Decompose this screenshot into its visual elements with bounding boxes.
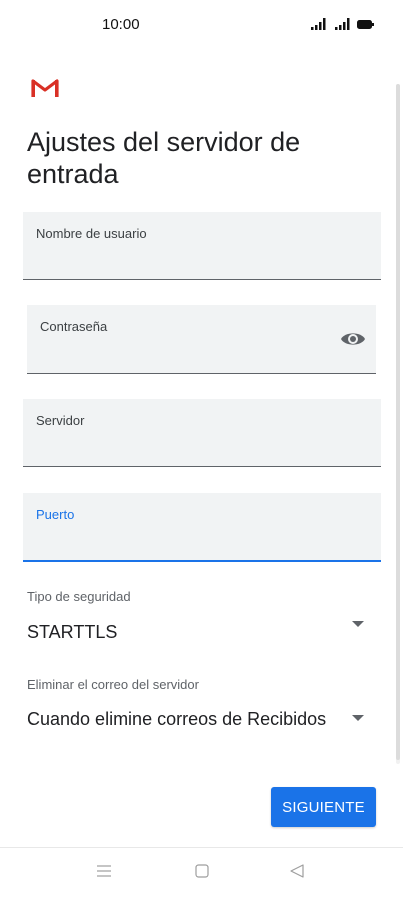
- scrollbar-thumb[interactable]: [396, 84, 400, 760]
- server-label: Servidor: [36, 413, 85, 428]
- delete-mail-label: Eliminar el correo del servidor: [27, 677, 199, 692]
- server-field[interactable]: Servidor: [23, 399, 381, 467]
- system-nav-bar: [0, 847, 403, 897]
- home-icon[interactable]: [195, 864, 209, 878]
- status-time: 10:00: [102, 16, 140, 33]
- security-type-select[interactable]: STARTTLS: [23, 610, 381, 650]
- signal-icon: [335, 18, 350, 30]
- username-field[interactable]: Nombre de usuario: [23, 212, 381, 280]
- eye-icon[interactable]: [340, 329, 366, 349]
- next-button[interactable]: SIGUIENTE: [271, 787, 376, 827]
- battery-icon: [357, 20, 374, 29]
- signal-icon: [311, 18, 326, 30]
- delete-mail-select[interactable]: Cuando elimine correos de Recibidos: [23, 698, 381, 738]
- security-type-value: STARTTLS: [27, 622, 118, 642]
- chevron-down-icon: [352, 715, 364, 721]
- port-field[interactable]: Puerto: [23, 493, 381, 562]
- gmail-logo: [31, 79, 59, 97]
- chevron-down-icon: [352, 621, 364, 627]
- password-label: Contraseña: [40, 319, 108, 334]
- delete-mail-value: Cuando elimine correos de Recibidos: [27, 709, 327, 729]
- back-icon[interactable]: [290, 864, 304, 878]
- username-label: Nombre de usuario: [36, 226, 147, 241]
- page-title: Ajustes del servidor de entrada: [27, 127, 301, 189]
- menu-icon[interactable]: [97, 864, 111, 878]
- port-label: Puerto: [36, 507, 75, 522]
- password-field[interactable]: Contraseña: [27, 305, 376, 374]
- security-type-label: Tipo de seguridad: [27, 589, 131, 604]
